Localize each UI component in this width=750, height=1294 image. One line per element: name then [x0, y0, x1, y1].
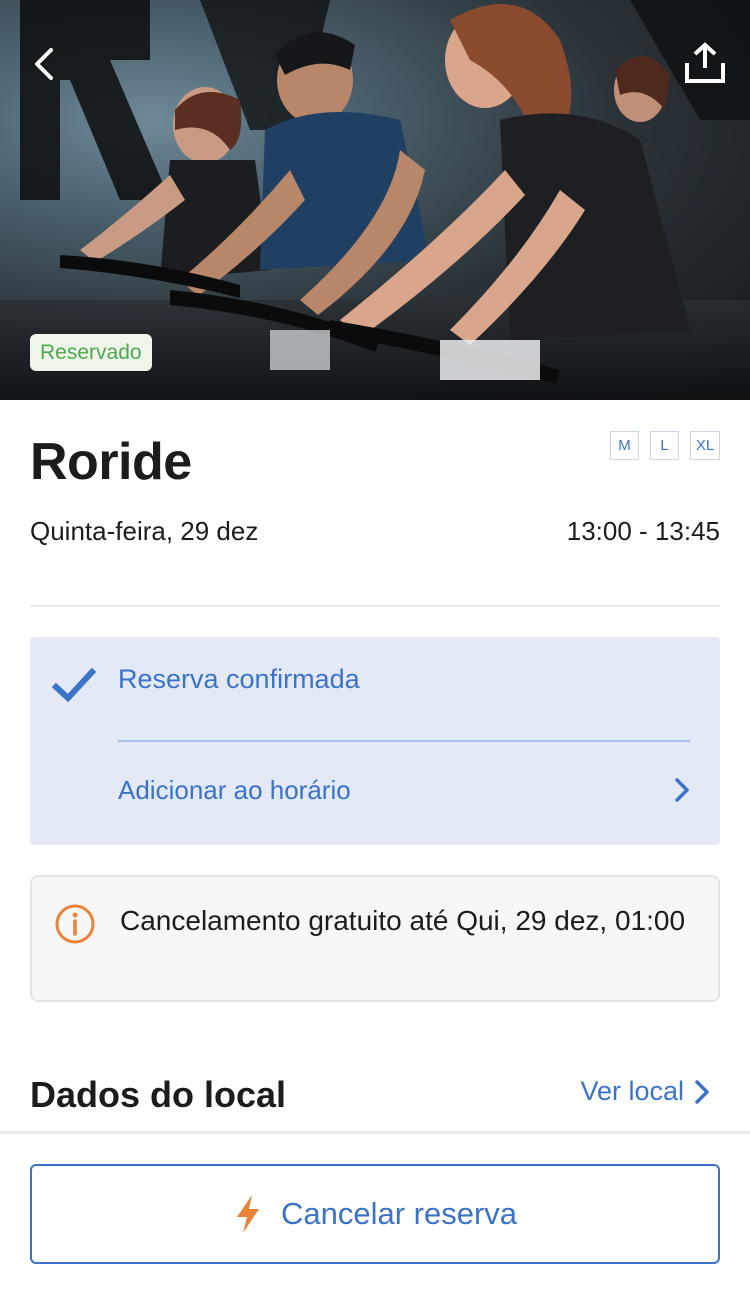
lightning-bolt-icon [236, 1195, 259, 1233]
size-chips: M L XL [610, 431, 720, 460]
class-date: Quinta-feira, 29 dez [30, 516, 259, 546]
add-to-schedule-label: Adicionar ao horário [118, 774, 351, 805]
add-to-schedule-button[interactable]: Adicionar ao horário [118, 757, 690, 823]
chevron-right-icon [675, 778, 689, 802]
cancel-booking-label: Cancelar reserva [280, 1196, 518, 1231]
cancel-booking-button[interactable]: Cancelar reserva [30, 1164, 720, 1264]
view-location-link[interactable]: Ver local [580, 1076, 710, 1107]
class-time: 13:00 - 13:45 [566, 516, 720, 546]
divider [30, 605, 720, 607]
back-button[interactable] [24, 42, 64, 86]
chevron-right-icon [695, 1079, 709, 1104]
size-chip-xl: XL [690, 431, 720, 460]
chevron-left-icon [35, 48, 53, 80]
divider [118, 740, 690, 742]
size-chip-m: M [610, 431, 639, 460]
size-chip-l: L [650, 431, 679, 460]
class-title: Roride [30, 433, 192, 491]
info-circle-icon [55, 904, 95, 944]
status-badge: Reservado [30, 334, 152, 371]
hero-image: Reservado [0, 0, 750, 400]
share-upload-icon [685, 42, 725, 83]
cancellation-text: Cancelamento gratuito até Qui, 29 dez, 0… [120, 905, 686, 936]
share-button[interactable] [680, 38, 730, 88]
booking-confirmation-card: Reserva confirmada Adicionar ao horário [30, 637, 720, 845]
location-heading: Dados do local [30, 1074, 287, 1115]
booking-confirmed-label: Reserva confirmada [118, 664, 360, 694]
view-location-label: Ver local [580, 1076, 684, 1106]
cancellation-notice: Cancelamento gratuito até Qui, 29 dez, 0… [30, 875, 720, 1002]
checkmark-icon [52, 667, 96, 703]
